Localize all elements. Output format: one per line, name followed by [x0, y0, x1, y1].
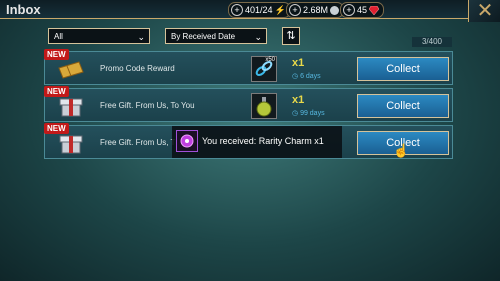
sort-order-icon: ⇅	[286, 30, 296, 42]
top-bar: Inbox + 401/24 ⚡ + 2.68M + 45	[0, 0, 500, 19]
page-title: Inbox	[6, 2, 41, 17]
reward-toast: You received: Rarity Charm x1	[172, 126, 342, 158]
clock-icon: ◷	[292, 110, 301, 117]
silver-counter: + 2.68M	[286, 2, 345, 18]
collect-button[interactable]: Collect	[357, 57, 449, 81]
expiry-value: 99 days	[300, 110, 325, 117]
reward-item-slot: x50	[251, 56, 277, 82]
charm-orb-icon	[180, 134, 194, 148]
message-row[interactable]: NEW Free Gift. From Us, To You x1 ◷ 99 d…	[44, 86, 453, 122]
rarity-charm-icon	[176, 130, 198, 152]
new-badge: NEW	[44, 123, 69, 134]
inbox-count: 3/400	[412, 37, 452, 47]
message-text: Free Gift. From Us, To You	[100, 101, 195, 110]
new-badge: NEW	[44, 49, 69, 60]
lightning-icon: ⚡	[274, 4, 286, 15]
gift-chest-icon	[59, 98, 83, 117]
ticket-icon	[58, 61, 84, 79]
gem-counter: + 45	[340, 2, 385, 18]
sort-dropdown[interactable]: By Received Date ⌄	[165, 28, 267, 44]
message-row[interactable]: NEW Promo Code Reward x50 x1 ◷ 6 days Co…	[44, 49, 453, 85]
add-silver-button[interactable]: +	[289, 4, 301, 16]
potion-icon	[256, 97, 272, 117]
silver-coin-icon	[330, 5, 340, 15]
expiry-value: 6 days	[300, 73, 321, 80]
add-energy-button[interactable]: +	[231, 4, 243, 16]
hand-cursor-icon: ☝	[393, 143, 410, 158]
reward-quantity: x1	[292, 57, 305, 69]
chevron-down-icon: ⌄	[254, 32, 262, 42]
expiry-time: ◷ 6 days	[292, 72, 321, 80]
message-text: Free Gift. From Us, T	[100, 138, 176, 147]
add-gems-button[interactable]: +	[343, 4, 355, 16]
message-text: Promo Code Reward	[100, 64, 175, 73]
clock-icon: ◷	[292, 73, 301, 80]
chevron-down-icon: ⌄	[137, 32, 145, 42]
gem-value: 45	[357, 5, 368, 15]
new-badge: NEW	[44, 86, 69, 97]
close-icon[interactable]: ✕	[468, 0, 500, 22]
item-stack-count: x50	[265, 57, 275, 63]
category-value: All	[54, 32, 63, 41]
sort-order-button[interactable]: ⇅	[282, 27, 300, 45]
ruby-icon	[369, 5, 380, 15]
toast-message: You received: Rarity Charm x1	[202, 136, 324, 146]
reward-quantity: x1	[292, 94, 305, 106]
energy-value: 401/24	[245, 5, 273, 15]
sort-value: By Received Date	[171, 32, 236, 41]
reward-item-slot	[251, 93, 277, 119]
silver-value: 2.68M	[303, 5, 329, 15]
gift-chest-icon	[59, 135, 83, 154]
expiry-time: ◷ 99 days	[292, 109, 325, 117]
collect-button[interactable]: Collect	[357, 94, 449, 118]
category-dropdown[interactable]: All ⌄	[48, 28, 150, 44]
energy-counter: + 401/24 ⚡	[228, 2, 291, 18]
